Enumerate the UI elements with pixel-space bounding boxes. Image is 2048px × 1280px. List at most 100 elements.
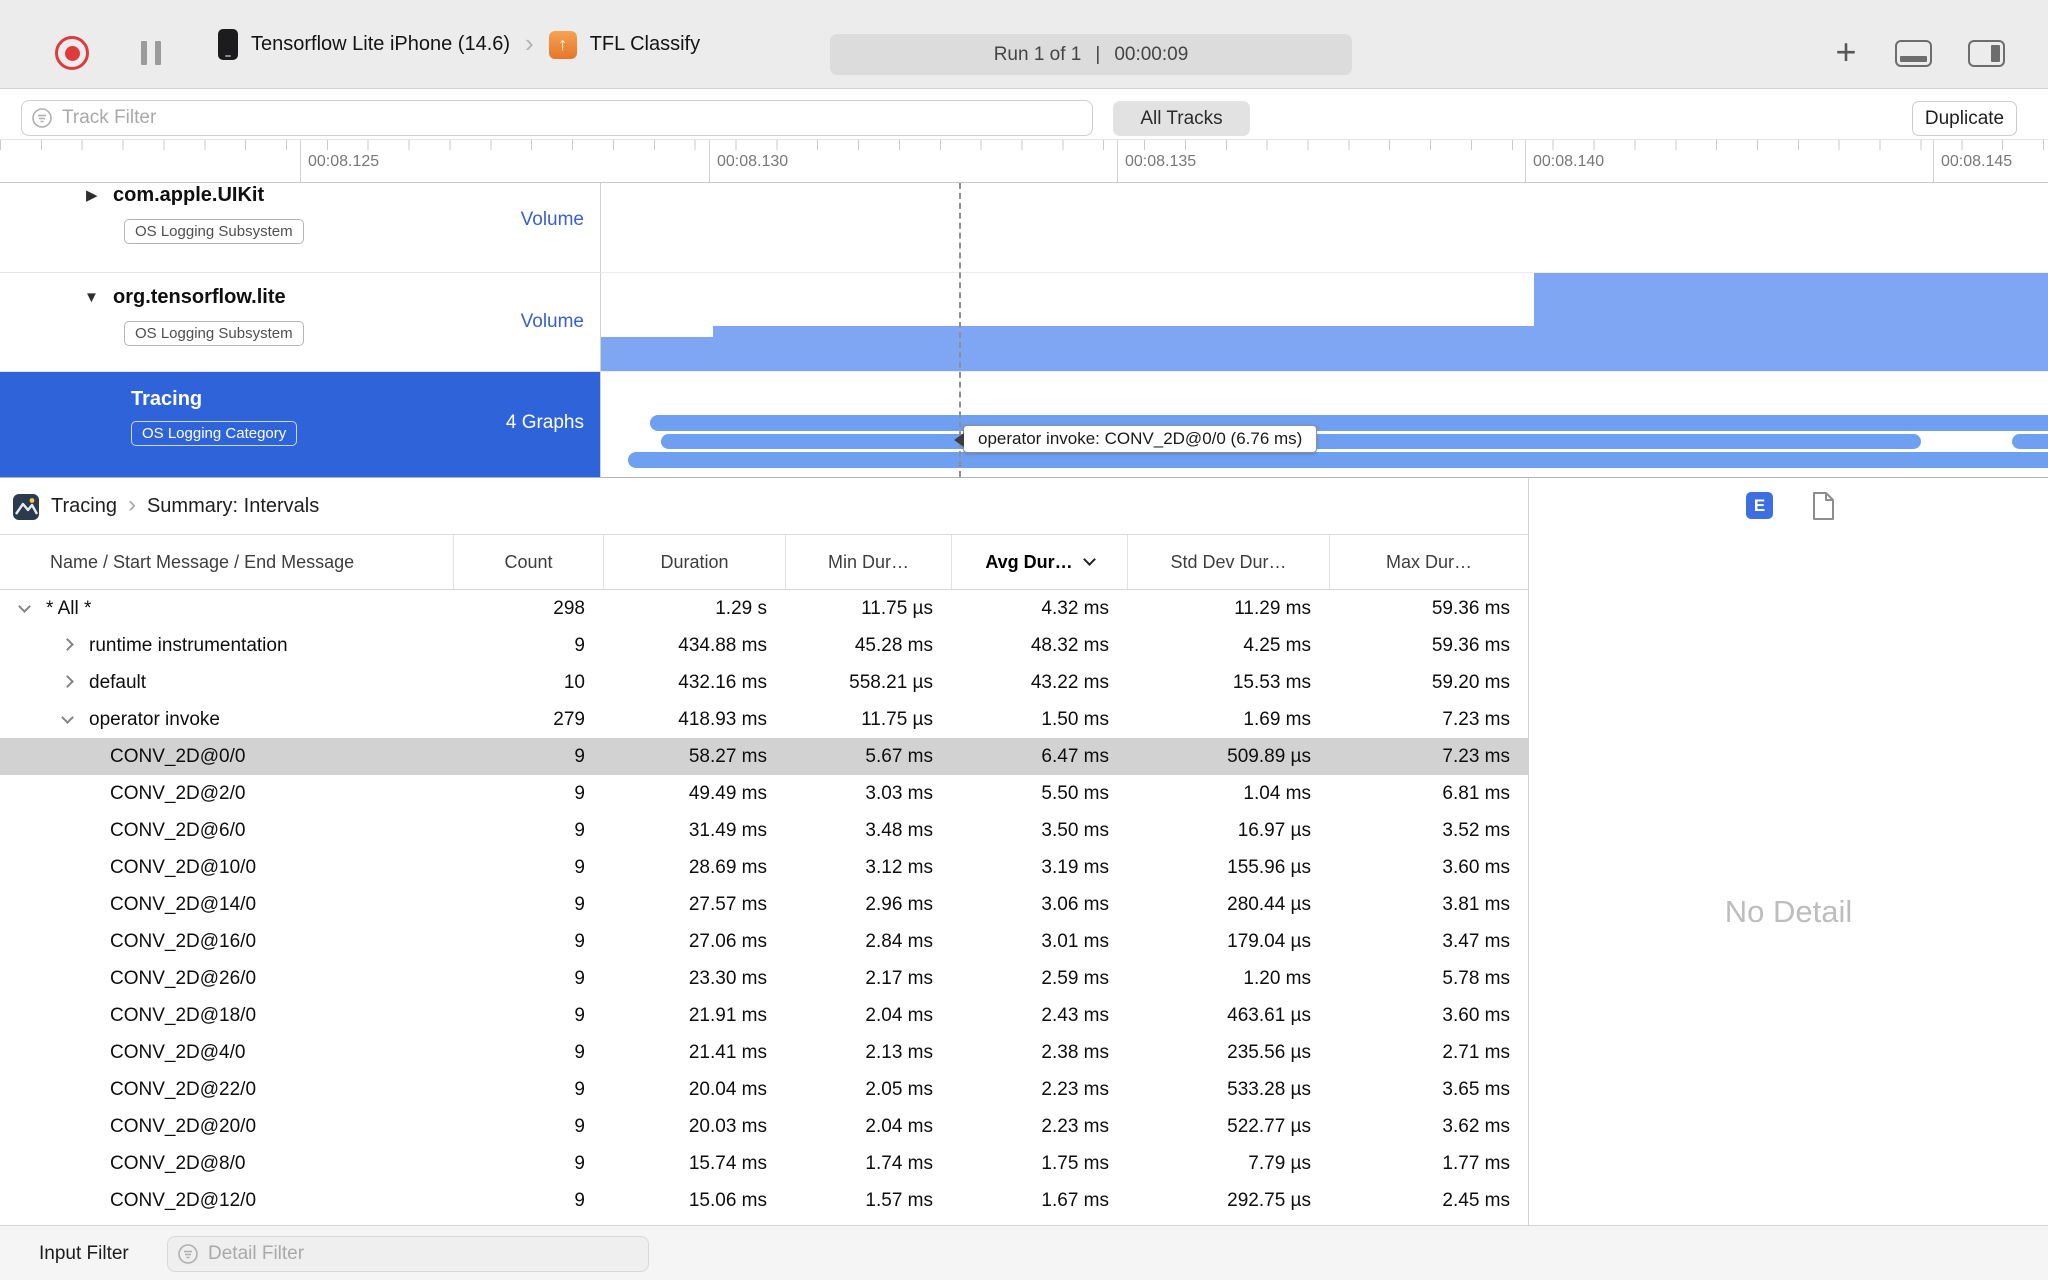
table-row[interactable]: * All * 298 1.29 s 11.75 µs 4.32 ms 11.2… — [0, 590, 1528, 627]
table-row[interactable]: CONV_2D@2/0 9 49.49 ms 3.03 ms 5.50 ms 1… — [0, 775, 1528, 812]
duplicate-button[interactable]: Duplicate — [1912, 101, 2017, 136]
row-min-dur: 2.04 ms — [865, 1115, 933, 1137]
track-meta-label: Volume — [520, 311, 584, 332]
row-min-dur: 2.17 ms — [865, 967, 933, 989]
detail-filter-input[interactable] — [208, 1243, 648, 1265]
row-max-dur: 3.47 ms — [1442, 930, 1510, 952]
table-row[interactable]: CONV_2D@8/0 9 15.74 ms 1.74 ms 1.75 ms 7… — [0, 1145, 1528, 1182]
interval-bar[interactable] — [2012, 434, 2048, 449]
table-row[interactable]: CONV_2D@6/0 9 31.49 ms 3.48 ms 3.50 ms 1… — [0, 812, 1528, 849]
record-button[interactable] — [55, 36, 89, 70]
row-name: CONV_2D@10/0 — [110, 856, 257, 878]
row-name-cell: * All * — [0, 590, 453, 627]
extended-detail-button[interactable]: E — [1746, 492, 1773, 519]
interval-tooltip: operator invoke: CONV_2D@0/0 (6.76 ms) — [954, 425, 1318, 453]
disclosure-triangle-icon[interactable]: ▼ — [84, 290, 99, 305]
interval-bar[interactable] — [628, 452, 2048, 468]
table-row[interactable]: runtime instrumentation 9 434.88 ms 45.2… — [0, 627, 1528, 664]
detail-filter-field[interactable] — [167, 1236, 649, 1272]
table-row[interactable]: CONV_2D@16/0 9 27.06 ms 2.84 ms 3.01 ms … — [0, 923, 1528, 960]
table-row[interactable]: CONV_2D@18/0 9 21.91 ms 2.04 ms 2.43 ms … — [0, 997, 1528, 1034]
row-avg-dur: 3.01 ms — [1041, 930, 1109, 952]
toggle-right-pane-button[interactable] — [1968, 40, 2005, 67]
row-std-dur: 292.75 µs — [1227, 1189, 1311, 1211]
inspector-panel: No Detail — [1528, 478, 2048, 1225]
track-badge: OS Logging Subsystem — [124, 219, 304, 244]
row-min-dur: 45.28 ms — [854, 634, 933, 656]
pause-button[interactable] — [141, 41, 161, 65]
interval-bar[interactable] — [650, 415, 2048, 431]
table-row[interactable]: CONV_2D@22/0 9 20.04 ms 2.05 ms 2.23 ms … — [0, 1071, 1528, 1108]
all-tracks-button[interactable]: All Tracks — [1113, 101, 1250, 136]
track-filter-field[interactable] — [21, 100, 1093, 136]
row-min-dur: 1.57 ms — [865, 1189, 933, 1211]
no-detail-text: No Detail — [1724, 893, 1853, 929]
run-label: Run 1 of 1 — [993, 43, 1082, 65]
track-row-uikit[interactable]: ▶ com.apple.UIKit OS Logging Subsystem V… — [0, 183, 2048, 273]
row-count: 9 — [574, 634, 585, 656]
track-row-tensorflow[interactable]: ▼ org.tensorflow.lite OS Logging Subsyst… — [0, 273, 2048, 372]
ruler-label: 00:08.145 — [1932, 140, 2013, 183]
disclosure-triangle-icon[interactable]: ▶ — [86, 188, 98, 203]
track-graph-uikit[interactable] — [600, 183, 2048, 273]
toolbar: Tensorflow Lite iPhone (14.6) › ↑ TFL Cl… — [0, 0, 2048, 89]
track-row-tracing[interactable]: Tracing OS Logging Category 4 Graphs ope… — [0, 372, 2048, 477]
timeline-ruler[interactable]: 00:08.125 00:08.130 00:08.135 00:08.140 … — [0, 140, 2048, 183]
row-name: operator invoke — [89, 708, 220, 730]
column-header-avg[interactable]: Avg Dur… — [951, 535, 1127, 589]
row-std-dur: 1.20 ms — [1243, 967, 1311, 989]
row-avg-dur: 3.19 ms — [1041, 856, 1109, 878]
table-row[interactable]: CONV_2D@20/0 9 20.03 ms 2.04 ms 2.23 ms … — [0, 1108, 1528, 1145]
track-graph-tracing[interactable]: operator invoke: CONV_2D@0/0 (6.76 ms) — [600, 372, 2048, 477]
table-row[interactable]: CONV_2D@14/0 9 27.57 ms 2.96 ms 3.06 ms … — [0, 886, 1528, 923]
column-header-duration[interactable]: Duration — [603, 535, 785, 589]
column-header-max[interactable]: Max Dur… — [1329, 535, 1528, 589]
run-time: 00:00:09 — [1114, 43, 1189, 65]
column-header-count[interactable]: Count — [453, 535, 603, 589]
track-graph-volume[interactable] — [600, 273, 2048, 372]
add-instrument-button[interactable]: + — [1825, 30, 1867, 74]
row-duration: 20.04 ms — [688, 1078, 767, 1100]
column-header-stddev[interactable]: Std Dev Dur… — [1127, 535, 1329, 589]
track-label[interactable]: ▶ com.apple.UIKit OS Logging Subsystem V… — [0, 183, 600, 273]
row-max-dur: 59.36 ms — [1431, 597, 1510, 619]
breadcrumb-root[interactable]: Tracing — [51, 495, 117, 518]
row-count: 9 — [574, 1004, 585, 1026]
table-row[interactable]: operator invoke 279 418.93 ms 11.75 µs 1… — [0, 701, 1528, 738]
row-count: 9 — [574, 893, 585, 915]
track-meta-label: 4 Graphs — [505, 412, 584, 433]
target-app-name: TFL Classify — [589, 33, 701, 55]
target-selector[interactable]: Tensorflow Lite iPhone (14.6) › ↑ TFL Cl… — [218, 0, 700, 89]
document-inspector-button[interactable] — [1812, 491, 1835, 526]
row-count: 9 — [574, 782, 585, 804]
track-label[interactable]: ▼ org.tensorflow.lite OS Logging Subsyst… — [0, 273, 600, 372]
column-header-name[interactable]: Name / Start Message / End Message — [0, 535, 453, 589]
table-row[interactable]: CONV_2D@12/0 9 15.06 ms 1.57 ms 1.67 ms … — [0, 1182, 1528, 1219]
row-avg-dur: 2.23 ms — [1041, 1078, 1109, 1100]
row-name: * All * — [46, 597, 92, 619]
row-name: CONV_2D@22/0 — [110, 1078, 257, 1100]
row-std-dur: 235.56 µs — [1227, 1041, 1311, 1063]
row-name: CONV_2D@8/0 — [110, 1152, 246, 1174]
table-row[interactable]: default 10 432.16 ms 558.21 µs 43.22 ms … — [0, 664, 1528, 701]
input-filter-label: Input Filter — [39, 1243, 129, 1264]
row-name-cell: CONV_2D@2/0 — [0, 775, 453, 812]
track-filter-input[interactable] — [62, 107, 1092, 129]
row-duration: 58.27 ms — [688, 745, 767, 767]
breadcrumb-page[interactable]: Summary: Intervals — [147, 495, 319, 518]
row-avg-dur: 6.47 ms — [1041, 745, 1109, 767]
row-name: CONV_2D@14/0 — [110, 893, 257, 915]
table-row[interactable]: CONV_2D@26/0 9 23.30 ms 2.17 ms 2.59 ms … — [0, 960, 1528, 997]
track-filter-bar: All Tracks Duplicate — [0, 89, 2048, 140]
column-header-min[interactable]: Min Dur… — [785, 535, 951, 589]
row-avg-dur: 2.43 ms — [1041, 1004, 1109, 1026]
table-row[interactable]: CONV_2D@0/0 9 58.27 ms 5.67 ms 6.47 ms 5… — [0, 738, 1528, 775]
row-std-dur: 16.97 µs — [1237, 819, 1311, 841]
filter-icon — [178, 1244, 198, 1264]
row-name: CONV_2D@12/0 — [110, 1189, 257, 1211]
row-avg-dur: 48.32 ms — [1030, 634, 1109, 656]
table-row[interactable]: CONV_2D@4/0 9 21.41 ms 2.13 ms 2.38 ms 2… — [0, 1034, 1528, 1071]
track-label-selected[interactable]: Tracing OS Logging Category 4 Graphs — [0, 372, 600, 477]
toggle-bottom-pane-button[interactable] — [1895, 40, 1932, 67]
table-row[interactable]: CONV_2D@10/0 9 28.69 ms 3.12 ms 3.19 ms … — [0, 849, 1528, 886]
